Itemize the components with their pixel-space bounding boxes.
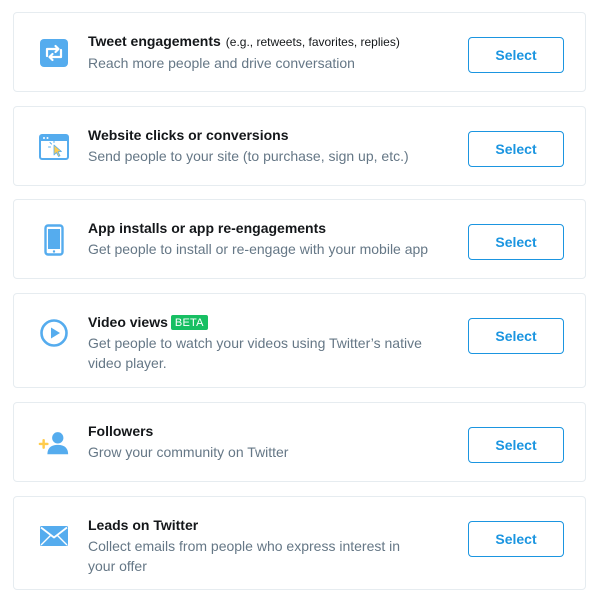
objective-text: Video views BETA Get people to watch you… bbox=[88, 313, 448, 373]
objective-title-row: Followers bbox=[88, 422, 448, 440]
objective-text: Followers Grow your community on Twitter bbox=[88, 422, 448, 462]
objective-card-website-clicks: Website clicks or conversions Send peopl… bbox=[13, 106, 586, 186]
objective-description: Send people to your site (to purchase, s… bbox=[88, 148, 409, 164]
select-tweet-engagements-button[interactable]: Select bbox=[468, 37, 564, 73]
objective-title-row: Tweet engagements (e.g., retweets, favor… bbox=[88, 32, 448, 51]
objective-title: Video views bbox=[88, 314, 168, 330]
objective-text: Tweet engagements (e.g., retweets, favor… bbox=[88, 32, 448, 73]
play-icon bbox=[38, 317, 70, 349]
objective-title: Leads on Twitter bbox=[88, 517, 199, 533]
objective-card-video-views: Video views BETA Get people to watch you… bbox=[13, 293, 586, 388]
objective-card-tweet-engagements: Tweet engagements (e.g., retweets, favor… bbox=[13, 12, 586, 92]
objective-title-row: Website clicks or conversions bbox=[88, 126, 448, 144]
select-video-views-button[interactable]: Select bbox=[468, 318, 564, 354]
objective-title-row: App installs or app re-engagements bbox=[88, 219, 448, 237]
website-click-icon bbox=[38, 131, 70, 163]
select-website-clicks-button[interactable]: Select bbox=[468, 131, 564, 167]
objective-card-leads: Leads on Twitter Collect emails from peo… bbox=[13, 496, 586, 590]
objective-title: App installs or app re-engagements bbox=[88, 220, 327, 236]
objective-text: Website clicks or conversions Send peopl… bbox=[88, 126, 448, 166]
objective-description: Get people to watch your videos using Tw… bbox=[88, 335, 422, 371]
mobile-phone-icon bbox=[38, 224, 70, 256]
select-leads-button[interactable]: Select bbox=[468, 521, 564, 557]
objective-card-followers: Followers Grow your community on Twitter… bbox=[13, 402, 586, 482]
objective-text: Leads on Twitter Collect emails from peo… bbox=[88, 516, 418, 576]
envelope-icon bbox=[38, 520, 70, 552]
select-app-installs-button[interactable]: Select bbox=[468, 224, 564, 260]
objective-title: Followers bbox=[88, 423, 154, 439]
add-follower-icon bbox=[38, 427, 70, 459]
objective-description: Grow your community on Twitter bbox=[88, 444, 289, 460]
objective-title: Tweet engagements bbox=[88, 33, 221, 49]
objective-title-row: Video views BETA bbox=[88, 313, 448, 331]
objective-title-row: Leads on Twitter bbox=[88, 516, 418, 534]
objective-title-hint: (e.g., retweets, favorites, replies) bbox=[225, 35, 400, 49]
objective-description: Get people to install or re-engage with … bbox=[88, 241, 429, 257]
retweet-icon bbox=[38, 37, 70, 69]
objective-text: App installs or app re-engagements Get p… bbox=[88, 219, 448, 259]
beta-badge: BETA bbox=[170, 314, 208, 330]
select-followers-button[interactable]: Select bbox=[468, 427, 564, 463]
objective-title: Website clicks or conversions bbox=[88, 127, 289, 143]
objective-description: Reach more people and drive conversation bbox=[88, 55, 355, 71]
objective-card-app-installs: App installs or app re-engagements Get p… bbox=[13, 199, 586, 279]
objective-description: Collect emails from people who express i… bbox=[88, 538, 401, 574]
